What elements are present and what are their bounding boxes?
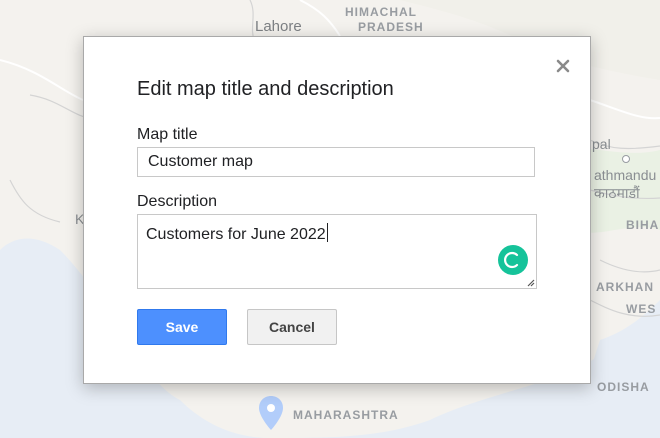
close-icon	[556, 59, 570, 73]
map-title-label: Map title	[137, 126, 198, 143]
text-cursor	[326, 223, 328, 242]
description-label: Description	[137, 193, 218, 210]
edit-map-dialog: Edit map title and description Map title…	[83, 36, 591, 384]
resize-handle-icon[interactable]	[525, 277, 535, 287]
save-button[interactable]: Save	[137, 309, 227, 345]
writing-assistant-icon	[504, 251, 519, 269]
dialog-title: Edit map title and description	[137, 78, 394, 100]
map-title-input[interactable]: Customer map	[137, 147, 535, 177]
close-button[interactable]	[552, 55, 574, 77]
description-textarea[interactable]: Customers for June 2022	[137, 214, 537, 289]
cancel-button[interactable]: Cancel	[247, 309, 337, 345]
description-text: Customers for June 2022	[146, 226, 326, 243]
writing-assistant-button[interactable]	[498, 245, 528, 275]
